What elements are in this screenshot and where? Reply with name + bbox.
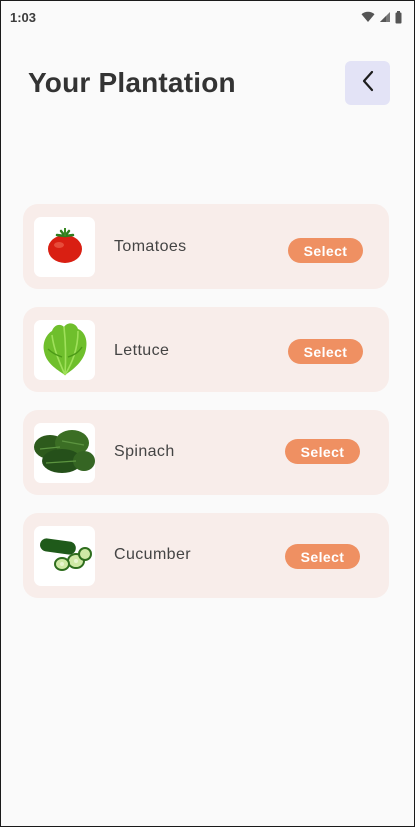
- tomato-icon: [43, 223, 87, 272]
- plant-name: Cucumber: [114, 546, 192, 563]
- select-button-spinach[interactable]: Select: [285, 439, 360, 464]
- app-screen: 1:03 Your Plantation Tomatoes Select Let…: [0, 0, 415, 827]
- status-time: 1:03: [10, 10, 37, 25]
- plant-thumbnail: [34, 423, 95, 483]
- plant-thumbnail: [34, 526, 95, 586]
- back-button[interactable]: [345, 61, 390, 105]
- status-icons: [361, 10, 402, 24]
- wifi-icon: [361, 11, 375, 23]
- plant-card-spinach[interactable]: Spinach Select: [23, 410, 389, 495]
- cucumber-icon: [38, 534, 92, 579]
- status-bar: 1:03: [1, 1, 414, 35]
- plant-thumbnail: [34, 217, 95, 277]
- chevron-left-icon: [361, 70, 375, 97]
- page-title: Your Plantation: [28, 67, 236, 98]
- cell-signal-icon: [379, 11, 391, 23]
- plant-name: Tomatoes: [114, 238, 187, 255]
- select-button-lettuce[interactable]: Select: [288, 339, 363, 364]
- plant-name: Spinach: [114, 443, 175, 460]
- select-button-tomatoes[interactable]: Select: [288, 238, 363, 263]
- lettuce-icon: [38, 320, 92, 380]
- battery-icon: [395, 10, 402, 24]
- select-button-cucumber[interactable]: Select: [285, 544, 360, 569]
- spinach-icon: [34, 423, 95, 483]
- plant-card-cucumber[interactable]: Cucumber Select: [23, 513, 389, 598]
- plant-name: Lettuce: [114, 342, 170, 359]
- plant-card-lettuce[interactable]: Lettuce Select: [23, 307, 389, 392]
- plant-thumbnail: [34, 320, 95, 380]
- plant-card-tomatoes[interactable]: Tomatoes Select: [23, 204, 389, 289]
